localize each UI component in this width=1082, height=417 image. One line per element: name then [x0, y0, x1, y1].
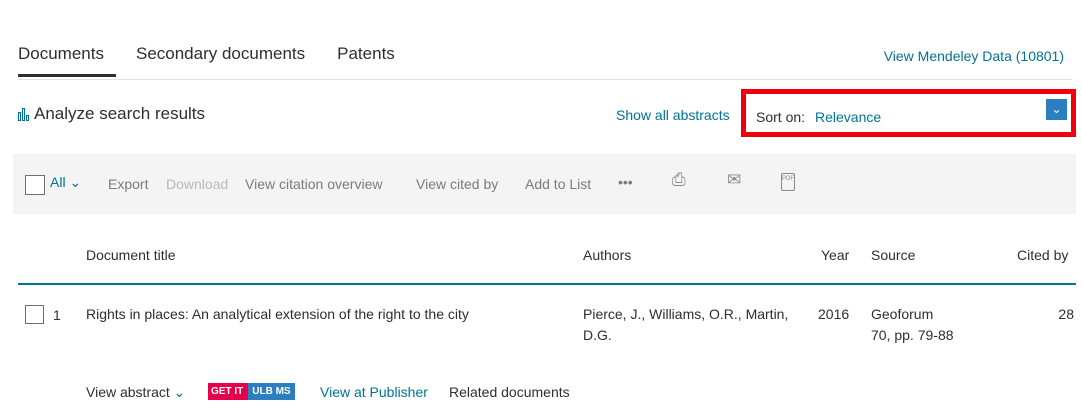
- pdf-icon[interactable]: PDF: [781, 173, 795, 191]
- analyze-label: Analyze search results: [34, 104, 206, 123]
- document-type-tabs: Documents Secondary documents Patents: [18, 44, 427, 80]
- analyze-search-results-link[interactable]: Analyze search results: [18, 104, 205, 124]
- select-all-checkbox[interactable]: [25, 175, 45, 195]
- view-at-publisher-link[interactable]: View at Publisher: [320, 384, 428, 400]
- row-number: 1: [53, 307, 61, 323]
- year-cell: 2016: [818, 306, 850, 322]
- download-button[interactable]: Download: [166, 176, 228, 192]
- getit-library-label: ULB MS: [248, 383, 295, 400]
- view-citation-overview-button[interactable]: View citation overview: [245, 176, 382, 192]
- table-header-divider: [18, 283, 1076, 285]
- author-line-2[interactable]: D.G.: [583, 325, 612, 346]
- email-icon[interactable]: ✉: [727, 170, 741, 190]
- bar-chart-icon: [18, 107, 30, 121]
- column-header-cited-by[interactable]: Cited by: [1017, 247, 1068, 263]
- more-options-button[interactable]: •••: [618, 174, 633, 190]
- column-header-source[interactable]: Source: [871, 247, 915, 263]
- export-button[interactable]: Export: [108, 176, 148, 192]
- tab-patents[interactable]: Patents: [337, 44, 395, 80]
- tabs-divider: [18, 79, 1072, 80]
- chevron-down-icon[interactable]: ⌄: [1046, 99, 1067, 120]
- getit-button[interactable]: GET IT ULB MS: [208, 383, 295, 400]
- results-toolbar: All ⌄ Export Download View citation over…: [13, 154, 1076, 214]
- source-title-link[interactable]: Geoforum: [871, 304, 933, 325]
- add-to-list-button[interactable]: Add to List: [525, 176, 591, 192]
- sort-label: Sort on:: [756, 109, 806, 125]
- sort-select[interactable]: Relevance: [815, 109, 881, 125]
- view-abstract-toggle[interactable]: View abstract ⌄: [86, 384, 185, 401]
- sort-selector-highlight: Sort on: Relevance ⌄: [741, 89, 1076, 137]
- column-header-authors: Authors: [583, 247, 632, 263]
- tab-secondary-documents[interactable]: Secondary documents: [136, 44, 305, 80]
- cited-by-count[interactable]: 28: [1058, 304, 1074, 325]
- chevron-down-icon: ⌄: [69, 174, 82, 190]
- column-header-document-title: Document title: [86, 247, 176, 263]
- document-title-link[interactable]: Rights in places: An analytical extensio…: [86, 304, 469, 325]
- source-details: 70, pp. 79-88: [871, 327, 954, 343]
- view-mendeley-data-link[interactable]: View Mendeley Data (10801): [884, 48, 1064, 64]
- print-icon[interactable]: ⎙: [672, 170, 686, 190]
- related-documents-link[interactable]: Related documents: [449, 384, 570, 400]
- column-header-year[interactable]: Year: [821, 247, 849, 263]
- row-checkbox[interactable]: [25, 305, 44, 324]
- getit-label: GET IT: [208, 383, 249, 400]
- author-line-1[interactable]: Pierce, J., Williams, O.R., Martin,: [583, 304, 788, 325]
- chevron-down-icon: ⌄: [173, 384, 186, 400]
- tab-documents[interactable]: Documents: [18, 44, 116, 80]
- show-all-abstracts-link[interactable]: Show all abstracts: [616, 107, 730, 123]
- view-cited-by-button[interactable]: View cited by: [416, 176, 498, 192]
- select-all-dropdown[interactable]: All ⌄: [50, 174, 81, 191]
